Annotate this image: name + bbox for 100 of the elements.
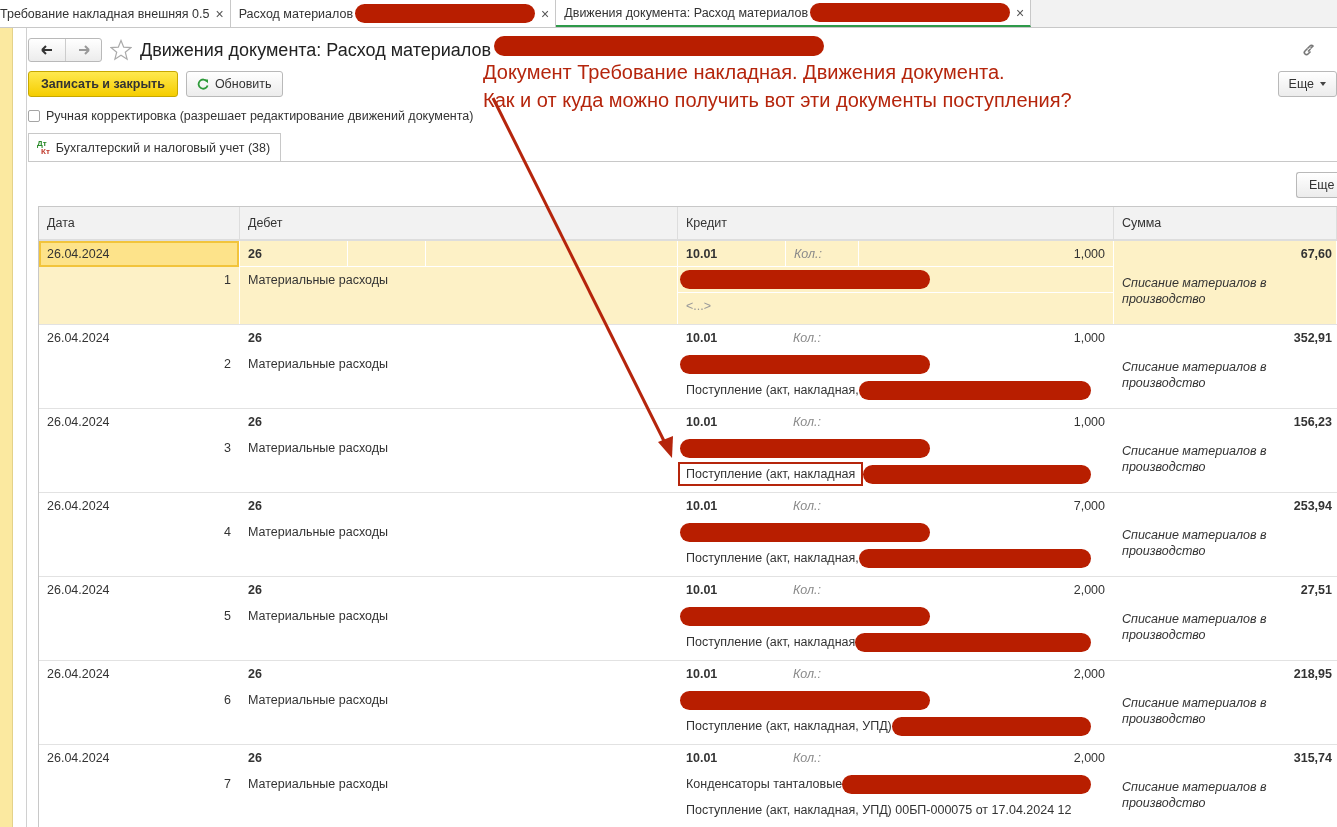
table-row[interactable]: 26.04.2024 5 26 Материальные расходы 10.01 Кол.: 2,000 Поступление (акт, накладная 27,51 Списание материалов в производство	[39, 577, 1337, 661]
amount-cell-text: 156,23	[1292, 414, 1333, 431]
quantity-value: 1,000	[1073, 246, 1105, 261]
row-number: 6	[223, 692, 232, 709]
table-cell-text: Списание материалов в производство	[1121, 443, 1268, 475]
table-cell-text: 26.04.2024	[46, 498, 111, 515]
table-row[interactable]: 26.04.2024 2 26 Материальные расходы 10.01 Кол.: 1,000 Поступление (акт, накладная, 352,91 Списание материалов в производство	[39, 325, 1337, 409]
table-cell: Поступление (акт, накладная	[678, 462, 864, 486]
caret-icon	[1320, 82, 1326, 86]
row-number: 4	[223, 524, 232, 541]
empty-value: <...>	[686, 299, 712, 313]
refresh-button[interactable]: Обновить	[185, 71, 283, 97]
quantity-label: Кол.:	[793, 499, 822, 513]
save-and-close-button[interactable]: Записать и закрыть	[28, 71, 178, 97]
table-cell: Поступление (акт, накладная,	[686, 551, 859, 565]
link-icon[interactable]	[1301, 42, 1317, 58]
column-header: Дебет	[240, 207, 678, 239]
table-cell: Поступление (акт, накладная, УПД)	[686, 719, 892, 733]
amount-cell-text: 218,95	[1292, 666, 1333, 683]
column-header: Кредит	[678, 207, 1114, 239]
table-cell-text: Списание материалов в производство	[1121, 275, 1268, 307]
account-code: 10.01	[686, 415, 718, 429]
table-cell-text: Материальные расходы	[247, 608, 389, 625]
row-number: 3	[223, 440, 232, 457]
table-cell-text: 26.04.2024	[46, 666, 111, 683]
account-code: 26	[248, 415, 262, 429]
row-number: 7	[223, 776, 232, 793]
quantity-label: Кол.:	[793, 667, 822, 681]
table-cell-text: 26.04.2024	[46, 330, 111, 347]
quantity-value: 2,000	[1073, 751, 1105, 765]
quantity-label: Кол.:	[793, 751, 822, 765]
account-code: 26	[248, 583, 262, 597]
document-tab[interactable]: Движения документа: Расход материалов ×	[556, 0, 1032, 27]
account-code: 26	[248, 246, 262, 261]
table-cell-text: 26.04.2024	[46, 750, 111, 767]
account-code: 26	[248, 667, 262, 681]
table-cell: Поступление (акт, накладная, УПД) 00БП-000075 от 17.04.2024 12	[686, 803, 1072, 817]
table-cell-text: Списание материалов в производство	[1121, 779, 1268, 811]
close-icon[interactable]: ×	[215, 5, 224, 22]
table-cell-text: Списание материалов в производство	[1121, 611, 1268, 643]
table-cell-text: Материальные расходы	[247, 356, 389, 373]
table-cell-text: Материальные расходы	[247, 776, 389, 793]
amount-cell-text: 315,74	[1292, 750, 1333, 767]
table-cell-text: Материальные расходы	[247, 272, 389, 289]
amount-cell-text: 27,51	[1299, 582, 1333, 599]
history-navigation[interactable]	[28, 38, 102, 62]
quantity-value: 1,000	[1073, 415, 1105, 429]
document-tab[interactable]: Расход материалов ×	[230, 0, 557, 27]
table-cell: 26.04.2024	[39, 241, 239, 267]
row-number: 1	[223, 272, 232, 289]
table-row[interactable]: 26.04.2024 3 26 Материальные расходы 10.01 Кол.: 1,000 Поступление (акт, накладная 156,23 Списание материалов в производство	[39, 409, 1337, 493]
table-cell-text: 26.04.2024	[46, 582, 111, 599]
account-code: 10.01	[686, 751, 718, 765]
quantity-label: Кол.:	[793, 583, 822, 597]
amount-cell-text: 253,94	[1292, 498, 1333, 515]
account-code: 26	[248, 751, 262, 765]
table-cell: Конденсаторы танталовые	[686, 777, 843, 791]
table-cell-text: 26.04.2024	[46, 414, 111, 431]
star-icon[interactable]	[110, 39, 132, 61]
debit-credit-icon: Дт Кт	[37, 139, 50, 156]
row-number: 2	[223, 356, 232, 373]
quantity-value: 2,000	[1073, 667, 1105, 681]
more-button[interactable]: Еще	[1296, 172, 1337, 198]
account-code: 26	[248, 499, 262, 513]
table-cell-text: Списание материалов в производство	[1121, 695, 1268, 727]
quantity-value: 1,000	[1073, 331, 1105, 345]
table-row[interactable]: 26.04.2024 7 26 Материальные расходы 10.01 Кол.: 2,000 Конденсаторы танталовые Поступление (акт, накладная, УПД) 00БП-000075 от 17.04.2024 12 315,74 Списание материалов в производство	[39, 745, 1337, 827]
quantity-value: 7,000	[1073, 499, 1105, 513]
table-cell-text: Материальные расходы	[247, 524, 389, 541]
quantity-label: Кол.:	[794, 246, 823, 261]
close-icon[interactable]: ×	[1016, 4, 1025, 21]
close-icon[interactable]: ×	[541, 5, 550, 22]
row-number: 5	[223, 608, 232, 625]
table-cell-text: Материальные расходы	[247, 440, 389, 457]
table-row[interactable]: 26.04.2024 1 26 Материальные расходы 10.01 Кол.: 1,000 <...> 67,60 Списание материалов в производство	[39, 241, 1337, 325]
annotation-text: Как и от куда можно получить вот эти документы поступления?	[483, 88, 1072, 113]
column-header: Дата	[39, 207, 240, 239]
table-cell: Поступление (акт, накладная,	[686, 383, 859, 397]
refresh-icon	[196, 78, 209, 90]
account-code: 26	[248, 331, 262, 345]
more-button[interactable]: Еще	[1277, 71, 1337, 97]
table-row[interactable]: 26.04.2024 4 26 Материальные расходы 10.01 Кол.: 7,000 Поступление (акт, накладная, 253,94 Списание материалов в производство	[39, 493, 1337, 577]
forward-arrow-icon	[77, 45, 90, 55]
quantity-label: Кол.:	[793, 415, 822, 429]
account-code: 10.01	[686, 583, 718, 597]
back-arrow-icon	[41, 45, 53, 55]
account-code: 10.01	[686, 331, 718, 345]
checkbox-label: Ручная корректировка (разрешает редактирование движений документа)	[46, 109, 474, 123]
quantity-label: Кол.:	[793, 331, 822, 345]
table-cell: Поступление (акт, накладная	[686, 635, 856, 649]
table-cell-text: Списание материалов в производство	[1121, 359, 1268, 391]
account-code: 10.01	[686, 246, 718, 261]
document-tab[interactable]: Требование накладная внешняя 0.5 ×	[0, 0, 231, 27]
table-cell-text: Материальные расходы	[247, 692, 389, 709]
account-code: 10.01	[686, 667, 718, 681]
table-row[interactable]: 26.04.2024 6 26 Материальные расходы 10.01 Кол.: 2,000 Поступление (акт, накладная, УПД) 218,95 Списание материалов в производство	[39, 661, 1337, 745]
quantity-value: 2,000	[1073, 583, 1105, 597]
annotation-text: Документ Требование накладная. Движения документа.	[483, 60, 1006, 85]
amount-cell-text: 67,60	[1299, 246, 1333, 263]
checkbox[interactable]	[28, 110, 40, 122]
